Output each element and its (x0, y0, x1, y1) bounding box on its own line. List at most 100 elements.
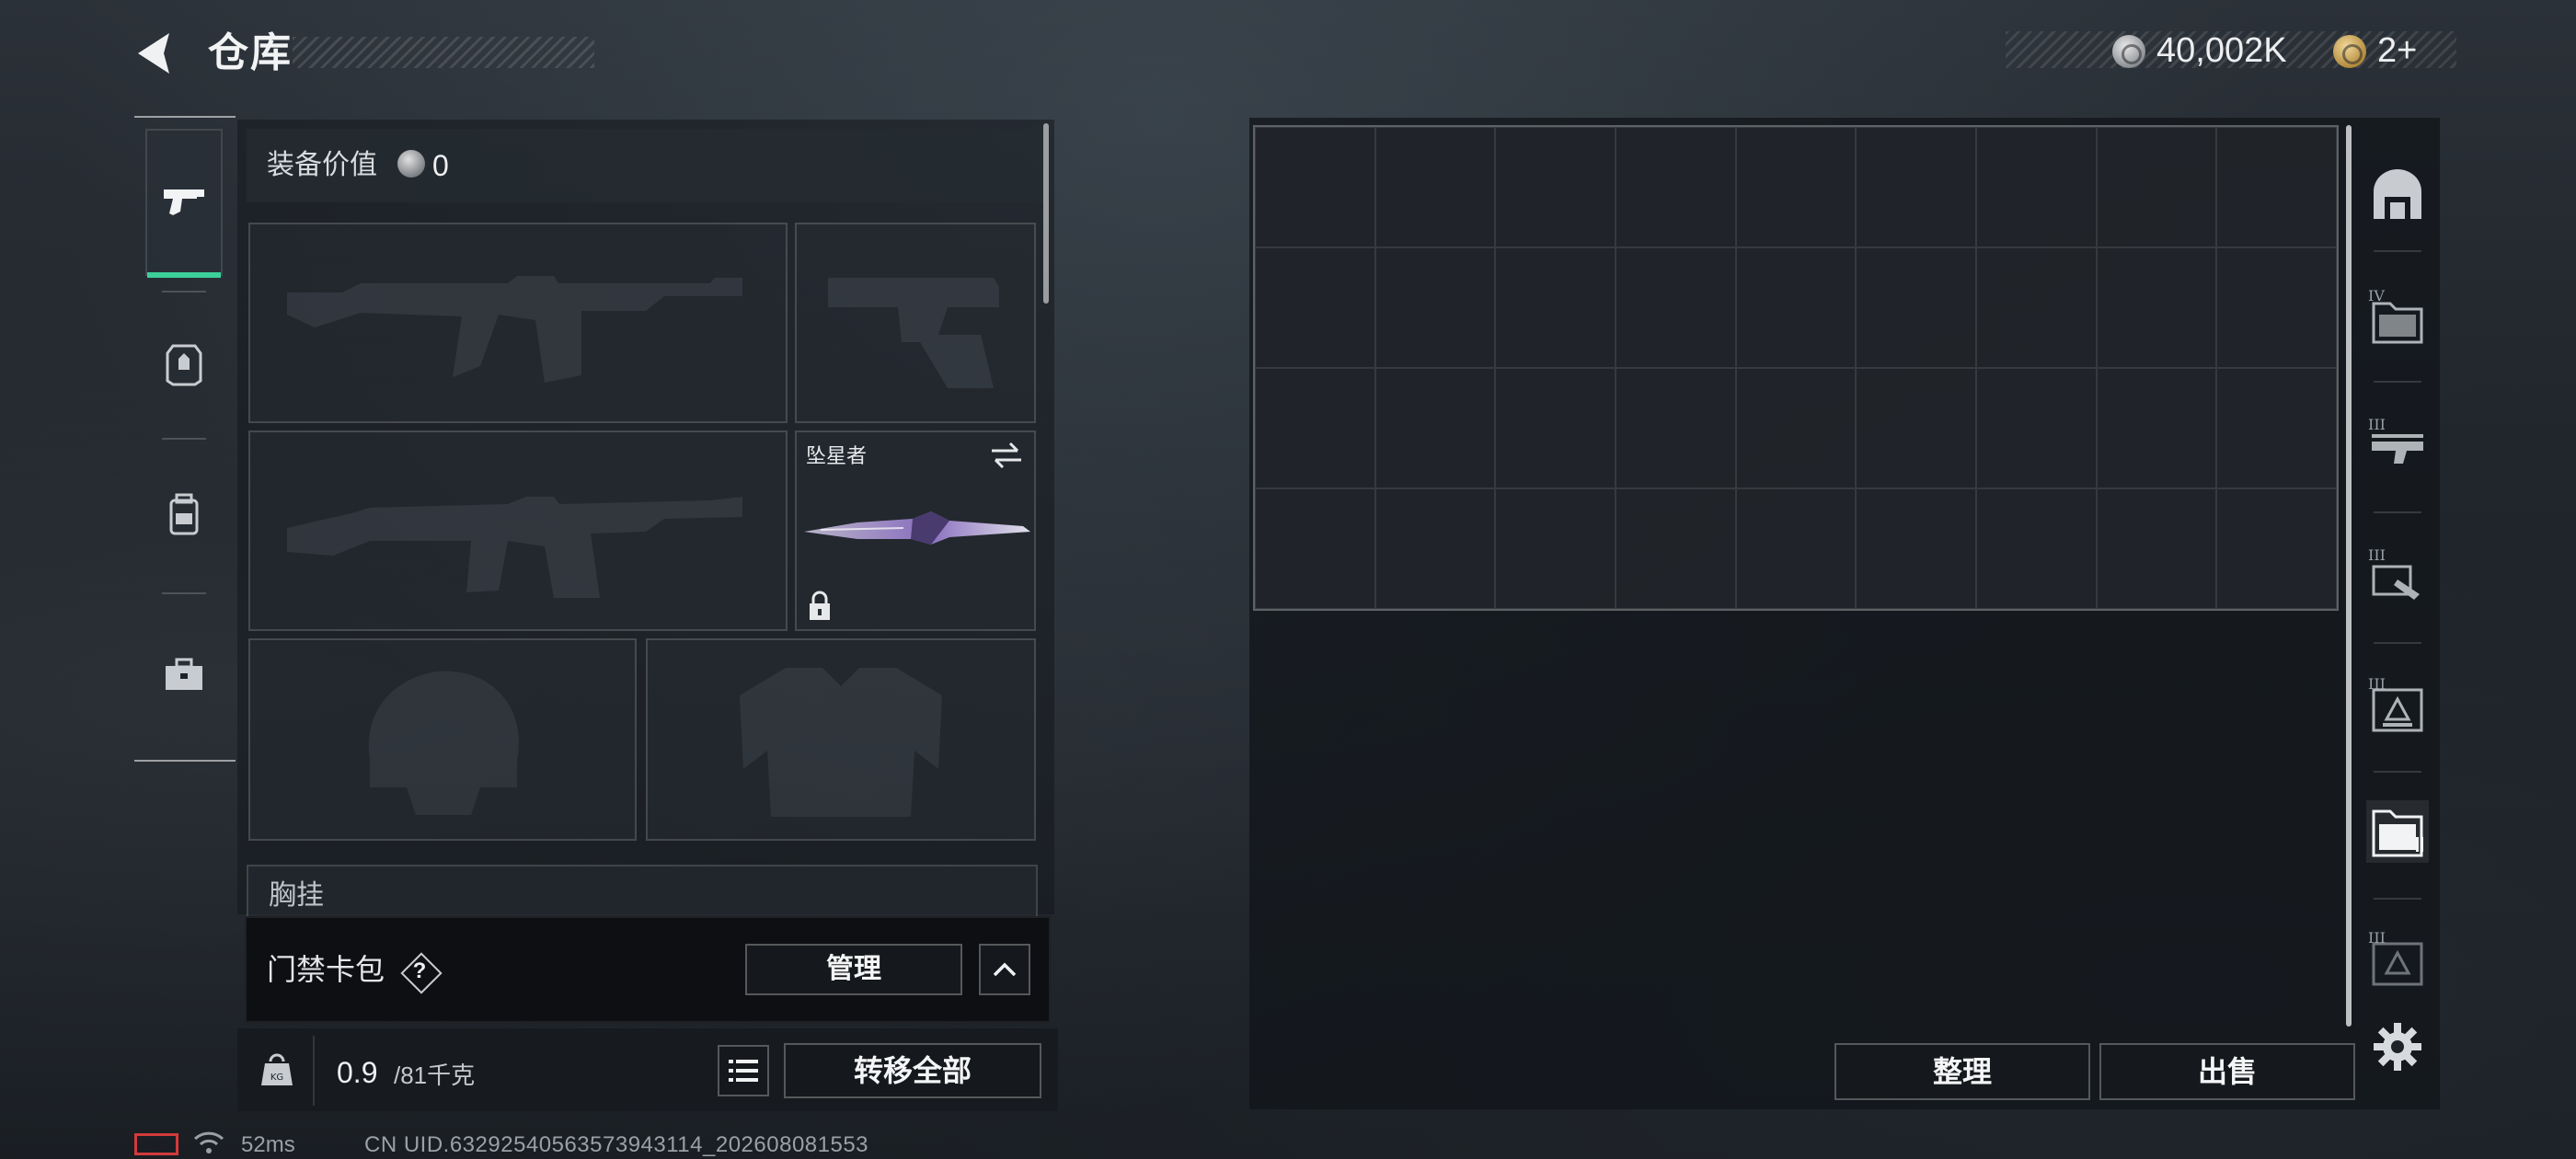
storage-grid-cell[interactable] (1616, 368, 1736, 488)
storage-grid-cell[interactable] (1255, 127, 1375, 247)
chest-rig-slot[interactable] (247, 865, 1038, 920)
storage-grid-cell[interactable] (2216, 247, 2337, 368)
storage-grid-cell[interactable] (1374, 488, 1496, 609)
storage-tab-1[interactable]: IV (2366, 287, 2429, 350)
storage-grid-cell[interactable] (1616, 247, 1736, 368)
battery-icon (134, 1133, 178, 1155)
sort-button[interactable]: 整理 (1834, 1043, 2090, 1100)
storage-grid-cell[interactable] (1374, 247, 1496, 368)
silver-currency-amount: 40,002K (2156, 31, 2287, 70)
pistol-icon (164, 189, 204, 215)
storage-grid-cell[interactable] (2216, 488, 2337, 609)
storage-grid-cell[interactable] (1735, 488, 1857, 609)
storage-grid-cell[interactable] (1976, 368, 2097, 488)
primary-weapon-slot[interactable] (248, 223, 788, 423)
storage-tab-separator (2374, 511, 2421, 513)
storage-grid-cell[interactable] (1976, 127, 2097, 247)
storage-grid-cell[interactable] (1856, 488, 1976, 609)
storage-grid-cell[interactable] (1255, 368, 1375, 488)
storage-grid-cell[interactable] (2216, 368, 2337, 488)
storage-grid (1253, 125, 2339, 611)
transfer-all-button[interactable]: 转移全部 (784, 1043, 1041, 1098)
max-weight: /81千克 (394, 1061, 476, 1089)
equipment-value-label: 装备价值 (267, 150, 377, 180)
storage-grid-cell[interactable] (1976, 488, 2097, 609)
storage-grid-cell[interactable] (1856, 247, 1976, 368)
tab-weapons[interactable] (145, 129, 223, 278)
storage-tab-separator (2374, 250, 2421, 252)
storage-grid-cell[interactable] (1495, 488, 1616, 609)
storage-grid-cell[interactable] (1856, 127, 1976, 247)
gold-coin-icon (2333, 35, 2366, 68)
storage-grid-cell[interactable] (1255, 488, 1375, 609)
storage-grid-cell[interactable] (1616, 127, 1736, 247)
storage-grid-cell[interactable] (2216, 127, 2337, 247)
storage-grid-cell[interactable] (2096, 368, 2217, 488)
storage-tab-separator (2374, 642, 2421, 644)
storage-scrollbar[interactable] (2346, 125, 2352, 1027)
rail-divider (134, 760, 236, 762)
help-icon[interactable]: ? (401, 953, 438, 990)
loadout-scrollbar[interactable] (1043, 123, 1049, 304)
manage-button[interactable]: 管理 (745, 944, 962, 995)
page-title: 仓库 (208, 30, 293, 75)
storage-grid-cell[interactable] (2096, 247, 2217, 368)
helmet-silhouette-icon (368, 671, 519, 815)
storage-grid-cell[interactable] (1495, 247, 1616, 368)
helmet-slot[interactable] (248, 638, 637, 841)
storage-grid-cell[interactable] (1255, 247, 1375, 368)
storage-grid-cell[interactable] (1856, 368, 1976, 488)
pistol-silhouette-icon (828, 278, 999, 388)
knife-icon (804, 511, 1030, 545)
back-button[interactable] (129, 26, 184, 81)
secondary-weapon-slot[interactable] (248, 430, 788, 631)
settings-gear-icon[interactable] (2372, 1021, 2423, 1073)
gold-currency-amount[interactable]: 2+ (2377, 28, 2417, 74)
toolbox-icon (166, 658, 202, 690)
rail-separator (162, 592, 206, 594)
storage-grid-cell[interactable] (1976, 247, 2097, 368)
storage-grid-cell[interactable] (1735, 127, 1857, 247)
storage-grid-cell[interactable] (2096, 127, 2217, 247)
body-armor-silhouette-icon (740, 668, 942, 817)
collapse-button[interactable] (979, 944, 1030, 995)
keycard-wallet-label: 门禁卡包 (267, 953, 385, 986)
current-weight: 0.9 (337, 1056, 378, 1089)
storage-tab-3[interactable]: III (2366, 546, 2429, 609)
storage-grid-cell[interactable] (1495, 368, 1616, 488)
silver-coin-icon (2112, 35, 2145, 68)
list-icon (729, 1060, 758, 1082)
storage-tab-2[interactable]: III (2366, 416, 2429, 478)
weight-kg-icon: KG (261, 1053, 293, 1085)
wifi-icon (193, 1131, 224, 1153)
assault-rifle-silhouette-icon (287, 497, 742, 598)
storage-tab-4[interactable]: III (2366, 675, 2429, 738)
back-arrow-icon (138, 33, 169, 74)
tab-armor[interactable] (145, 291, 223, 438)
list-view-button[interactable] (718, 1045, 769, 1096)
pistol-slot[interactable] (795, 223, 1036, 423)
swap-icon[interactable] (988, 440, 1025, 471)
storage-tab-home[interactable] (2366, 164, 2429, 226)
equipment-value-amount: 0 (432, 149, 449, 182)
weight-divider (313, 1036, 315, 1106)
sell-button[interactable]: 出售 (2099, 1043, 2355, 1100)
storage-grid-cell[interactable] (1735, 368, 1857, 488)
storage-grid-cell[interactable] (1616, 488, 1736, 609)
storage-grid-cell[interactable] (2096, 488, 2217, 609)
storage-grid-cell[interactable] (1374, 127, 1496, 247)
tab-toolbox[interactable] (145, 602, 223, 749)
chest-rig-label: 胸挂 (269, 880, 324, 911)
title-stripe-decoration (293, 37, 594, 68)
backpack-icon (169, 493, 199, 535)
storage-home-icon (2374, 169, 2421, 219)
storage-tab-5[interactable] (2366, 800, 2429, 863)
tab-backpack[interactable] (145, 442, 223, 589)
storage-grid-cell[interactable] (1374, 368, 1496, 488)
melee-slot[interactable]: 坠星者 (795, 430, 1036, 631)
storage-tab-6[interactable]: III (2366, 929, 2429, 992)
storage-grid-cell[interactable] (1735, 247, 1857, 368)
rail-divider (134, 116, 236, 118)
storage-grid-cell[interactable] (1495, 127, 1616, 247)
body-armor-slot[interactable] (646, 638, 1036, 841)
